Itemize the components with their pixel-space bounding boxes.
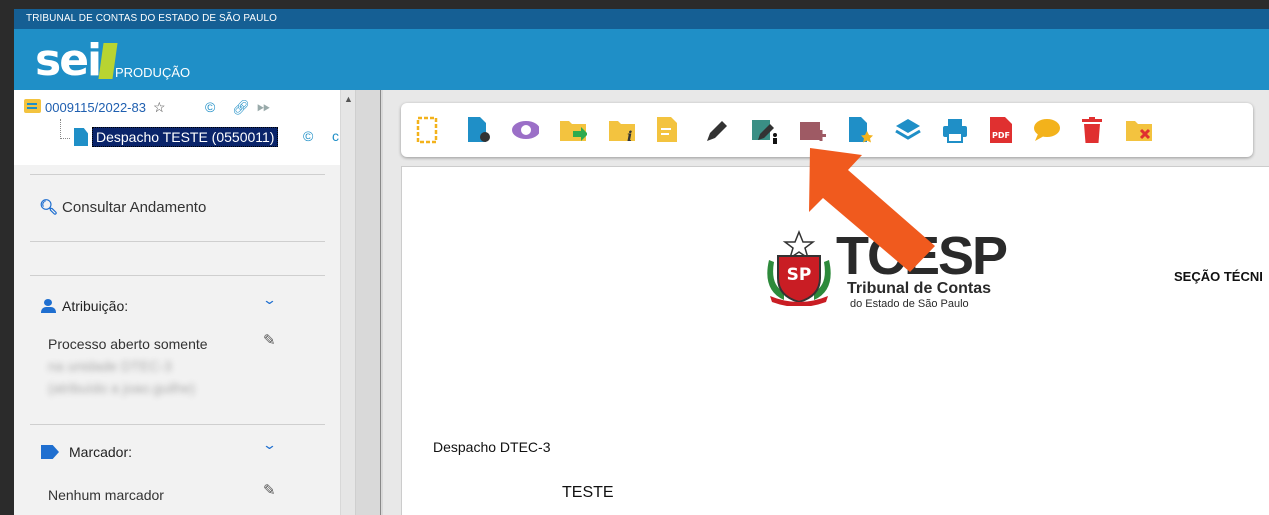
org-name: TRIBUNAL DE CONTAS DO ESTADO DE SÃO PAUL…	[26, 13, 277, 24]
tree-connector	[60, 119, 70, 139]
copyright-icon[interactable]: ©	[303, 128, 313, 144]
panel-resizer[interactable]	[355, 90, 383, 515]
attribution-text: Processo aberto somente na unidade DTEC-…	[48, 333, 208, 399]
consult-progress-link[interactable]: 🔍︎ Consultar Andamento	[39, 198, 206, 216]
section-heading: SEÇÃO TÉCNI	[1174, 269, 1263, 284]
delete-icon[interactable]	[1078, 115, 1106, 145]
tcesp-logo-text: TCESP	[836, 226, 1008, 286]
document-icon	[74, 128, 88, 146]
scroll-up-icon[interactable]: ▲	[344, 94, 353, 104]
sign-icon[interactable]	[703, 115, 731, 145]
search-icon: 🔍︎	[39, 199, 59, 216]
attribution-title: Atribuição:	[41, 298, 128, 314]
despacho-title: Despacho DTEC-3	[433, 439, 551, 455]
divider	[30, 174, 325, 175]
sei-window: TRIBUNAL DE CONTAS DO ESTADO DE SÃO PAUL…	[14, 9, 1269, 515]
close-process-icon[interactable]	[1125, 115, 1153, 145]
attribution-label: Atribuição:	[62, 298, 129, 314]
sei-logo[interactable]: sei	[35, 31, 118, 86]
divider	[30, 241, 325, 242]
view-icon[interactable]	[511, 115, 539, 145]
sp-seal-icon: SP	[767, 230, 831, 306]
tree-scrollbar[interactable]: ▲	[340, 90, 355, 515]
environment-label: PRODUÇÃO	[115, 65, 191, 80]
attribution-line-blurred: (atribuído a joao.guilhe)	[48, 380, 196, 396]
tcesp-subtitle-small: do Estado de São Paulo	[850, 298, 969, 310]
seal-text: SP	[787, 265, 812, 285]
star-icon[interactable]: ☆	[153, 99, 166, 116]
divider	[30, 424, 325, 425]
edit-icon[interactable]: ✎	[263, 481, 276, 499]
logo-text: sei	[35, 35, 102, 86]
comment-icon[interactable]	[1032, 115, 1060, 145]
tcesp-subtitle: Tribunal de Contas	[847, 280, 992, 297]
marker-text: Nenhum marcador	[48, 487, 164, 503]
svg-text:i: i	[627, 129, 632, 143]
document-view: SP TCESP Tribunal de Contas do Estado de…	[401, 166, 1269, 515]
attribution-line-blurred: na unidade DTEC-3	[48, 358, 172, 374]
attribution-line: Processo aberto somente	[48, 336, 208, 352]
copyright-icon[interactable]: ©	[205, 99, 215, 115]
new-document-icon[interactable]	[413, 115, 441, 145]
process-settings-icon[interactable]	[465, 115, 493, 145]
brand-bar: sei PRODUÇÃO	[14, 29, 1269, 90]
marker-title: Marcador:	[41, 444, 132, 460]
document-toolbar: i PDF	[401, 103, 1253, 157]
forward-icon[interactable]: ⏩︎	[257, 97, 271, 117]
process-tree: 0009115/2022-83 ☆ © 🔗︎ ⏩︎ Despacho TESTE…	[14, 90, 340, 165]
main-panel: i PDF SP TCESP Tribunal de Contas do Est…	[383, 90, 1269, 515]
document-tree-item[interactable]: Despacho TESTE (0550011)	[92, 127, 279, 147]
marker-label: Marcador:	[69, 444, 133, 460]
link-icon[interactable]: c	[332, 128, 339, 144]
add-document-icon[interactable]	[798, 115, 826, 145]
sidebar: 0009115/2022-83 ☆ © 🔗︎ ⏩︎ Despacho TESTE…	[14, 90, 355, 515]
org-bar: TRIBUNAL DE CONTAS DO ESTADO DE SÃO PAUL…	[14, 9, 1269, 29]
edit-icon[interactable]: ✎	[263, 331, 276, 349]
sign-block-icon[interactable]	[750, 115, 778, 145]
user-icon	[41, 299, 56, 313]
consult-label: Consultar Andamento	[62, 199, 207, 216]
layers-icon[interactable]	[894, 115, 922, 145]
document-body-text: TESTE	[562, 484, 614, 501]
print-icon[interactable]	[941, 115, 969, 145]
chevron-down-icon[interactable]: ⌄	[262, 292, 277, 308]
send-process-icon[interactable]	[559, 115, 587, 145]
tag-icon	[41, 445, 59, 459]
process-number-link[interactable]: 0009115/2022-83	[45, 100, 146, 115]
process-info-icon[interactable]: i	[608, 115, 636, 145]
pdf-icon[interactable]: PDF	[987, 115, 1015, 145]
edit-document-icon[interactable]	[654, 115, 682, 145]
chevron-down-icon[interactable]: ⌄	[262, 437, 277, 453]
svg-text:PDF: PDF	[992, 131, 1010, 140]
favorite-document-icon[interactable]	[847, 115, 875, 145]
divider	[30, 275, 325, 276]
link-icon[interactable]: 🔗︎	[232, 99, 250, 116]
folder-open-icon[interactable]	[24, 99, 41, 113]
